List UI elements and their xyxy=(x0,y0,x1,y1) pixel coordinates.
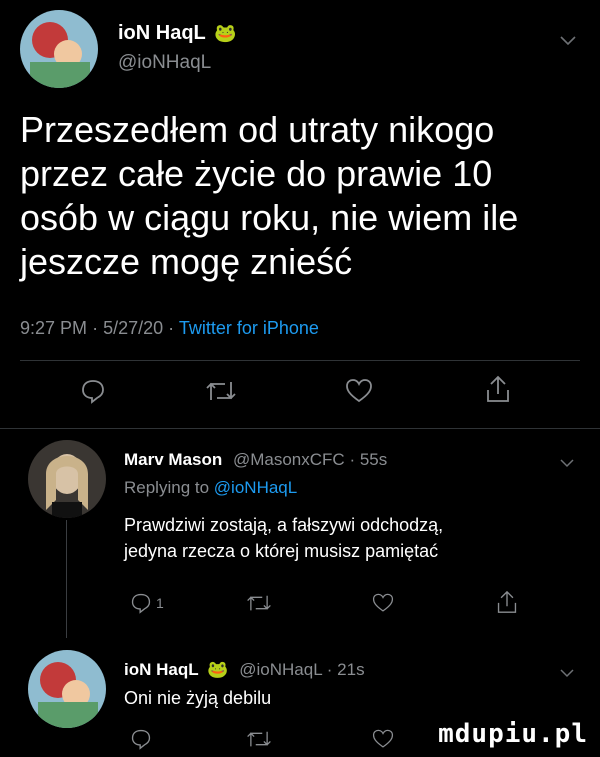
retweet-icon[interactable] xyxy=(246,728,272,750)
retweet-icon[interactable] xyxy=(246,592,272,614)
main-author-name[interactable]: ioN HaqL 🐸 xyxy=(118,22,237,45)
frog-emoji: 🐸 xyxy=(214,23,237,43)
chevron-down-icon[interactable] xyxy=(560,30,576,51)
share-icon[interactable] xyxy=(485,374,511,404)
reply1-author-name[interactable]: Marv Mason xyxy=(124,450,222,469)
replying-to-handle[interactable]: @ioNHaqL xyxy=(214,478,297,497)
reply1-header: Marv Mason @MasonxCFC · 55s xyxy=(124,450,388,469)
avatar[interactable] xyxy=(20,10,98,88)
divider xyxy=(20,360,580,361)
like-icon[interactable] xyxy=(372,728,394,750)
reply2-header: ioN HaqL 🐸 @ioNHaqL · 21s xyxy=(124,660,365,679)
avatar[interactable] xyxy=(28,440,106,518)
reply-icon[interactable] xyxy=(130,728,152,750)
avatar-image xyxy=(28,650,106,728)
replying-to: Replying to @ioNHaqL xyxy=(124,478,298,497)
tweet-date: 5/27/20 xyxy=(103,318,164,338)
frog-emoji: 🐸 xyxy=(207,660,229,679)
reply1-action-bar: 1 xyxy=(0,589,600,622)
retweet-icon[interactable] xyxy=(205,378,237,404)
avatar[interactable] xyxy=(28,650,106,728)
chevron-down-icon[interactable] xyxy=(560,452,574,473)
avatar-image xyxy=(28,440,106,518)
reply1-author-handle[interactable]: @MasonxCFC xyxy=(233,450,345,469)
reply2-timestamp: 21s xyxy=(337,660,365,679)
reply-icon[interactable] xyxy=(130,592,152,614)
reply2-author-name[interactable]: ioN HaqL xyxy=(124,660,199,679)
chevron-down-icon[interactable] xyxy=(560,662,574,683)
divider xyxy=(0,428,600,429)
reply-count: 1 xyxy=(156,595,164,611)
tweet-source[interactable]: Twitter for iPhone xyxy=(179,318,319,338)
reply1-text: Prawdziwi zostają, a fałszywi odchodzą, … xyxy=(124,515,444,561)
reply1-timestamp: 55s xyxy=(359,450,388,469)
avatar-image xyxy=(20,10,98,88)
main-action-bar xyxy=(0,375,600,418)
tweet-time: 9:27 PM xyxy=(20,318,88,338)
watermark: mdupiu.pl xyxy=(438,719,588,749)
reply2-text: Oni nie żyją debilu xyxy=(124,688,272,708)
tweet-text: Przeszedłem od utraty nikogo przez całe … xyxy=(20,109,519,282)
reply2-author-handle[interactable]: @ioNHaqL xyxy=(239,660,322,679)
reply-icon[interactable] xyxy=(80,378,106,404)
like-icon[interactable] xyxy=(345,378,373,404)
share-icon[interactable] xyxy=(496,589,518,615)
tweet-meta: 9:27 PM · 5/27/20 · Twitter for iPhone xyxy=(20,318,319,338)
main-author-handle[interactable]: @ioNHaqL xyxy=(118,52,211,74)
like-icon[interactable] xyxy=(372,592,394,614)
